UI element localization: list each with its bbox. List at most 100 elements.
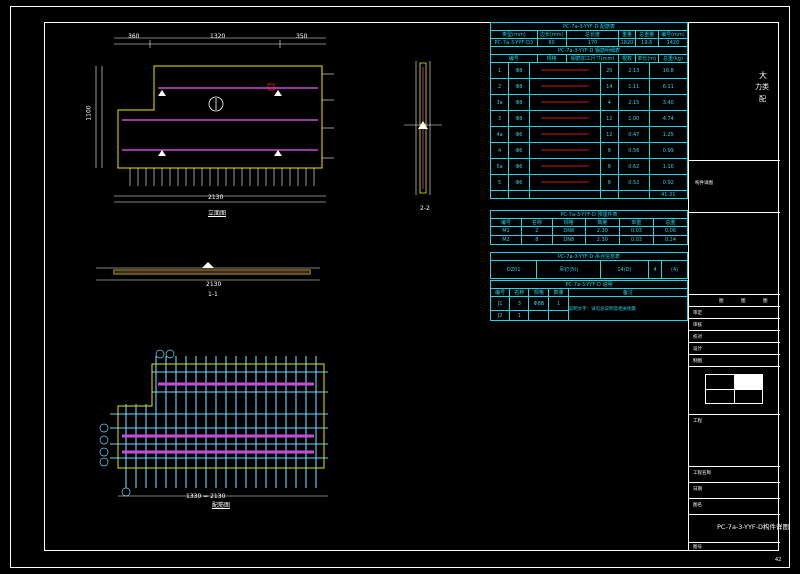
side-note: 构件详图 [695, 181, 713, 186]
tb-header-2: 图 [741, 299, 746, 304]
embed-header: 数量 [584, 218, 620, 227]
rebar-cell-len: 2.13 [618, 62, 650, 79]
summary-cell: 19.6 [634, 38, 659, 47]
plan-dim-part-2: 1320 [210, 33, 226, 40]
section-1-1 [96, 262, 320, 281]
lift-cell: 吊钉(5t) [536, 260, 601, 279]
side-text-3: 配 [759, 95, 766, 103]
embed-cell: 2 [520, 226, 553, 236]
rebar-cell-no: 2 [489, 78, 510, 95]
header-cell: 重量 [618, 30, 636, 39]
rebar-total-empty [528, 190, 601, 199]
note-header: 规格 [528, 288, 550, 297]
tb-divider [689, 212, 780, 213]
note-cell: 3 [509, 296, 530, 311]
rebar-table-title: PC-7a-3-YYF-D 配筋表 [490, 22, 688, 31]
rebar-cell-no: 4 [489, 142, 510, 159]
sheet-no-label: 图号 [693, 545, 702, 550]
note-header: 数量 [548, 288, 569, 297]
rebar-cell-shape [528, 142, 601, 159]
rebar-cell-len: 0.52 [618, 174, 650, 191]
embed-cell: 8 [520, 235, 553, 245]
note-text: 说明文字：详见总说明及相关图集 [567, 296, 689, 321]
embed-header: 总重 [652, 218, 689, 227]
rebar-cell-w: 6.11 [648, 78, 689, 95]
lift-cell: 4 [647, 260, 663, 279]
plan-dim-part-3: 350 [296, 33, 308, 40]
tb-field-5: 制图 [693, 359, 702, 364]
rebar-cell-no: 3a [489, 94, 510, 111]
note-header: 备注 [567, 288, 689, 297]
note-cell: 1 [548, 296, 569, 311]
plan-view [95, 37, 334, 203]
rebar-detail-title: PC-7a-3-YYF-D 钢筋明细表 [490, 46, 688, 55]
rebar-cell-shape [528, 174, 601, 191]
embed-table: PC-7a-3-YYF-D 预埋件表 编号 名称 规格 数量 单重 总重 M1 … [490, 210, 689, 245]
plan-height-dim: 1100 [85, 105, 93, 121]
embed-cell: M2 [490, 235, 522, 245]
embed-title: PC-7a-3-YYF-D 预埋件表 [490, 210, 688, 219]
embed-cell: DN8 [551, 226, 586, 236]
tb-field-7: 日期 [693, 487, 702, 492]
rebar-cell-n: 8 [599, 158, 620, 175]
drawing-name: PC-7a-3-YYF-D构件详图 [717, 523, 790, 531]
rebar-cell-n: 8 [599, 142, 620, 159]
rebar-total-empty [599, 190, 620, 199]
summary-cell: 170 [565, 38, 620, 47]
note-cell: Φ8B [528, 296, 550, 311]
rebar-row: 4a Φ6 12 0.47 1.25 [489, 126, 689, 143]
logo-box [705, 374, 763, 404]
rebar-cell-spec: Φ6 [508, 174, 530, 191]
rebar-cell-len: 0.56 [618, 142, 650, 159]
section-2-2 [404, 61, 442, 195]
summary-cell: 1420 [657, 38, 689, 47]
rebar-cell-shape [528, 126, 601, 143]
embed-cell: 0.24 [652, 235, 689, 245]
rebar-cell-no: 5a [489, 158, 510, 175]
rebar-cell-n: 14 [599, 78, 620, 95]
rebar-row: 5a Φ6 8 0.62 1.10 [489, 158, 689, 175]
rebar-cell-n: 12 [599, 126, 620, 143]
rebar-cell-spec: Φ6 [508, 142, 530, 159]
embed-cell: DN8 [551, 235, 586, 245]
lift-title: PC-7a-3-YYF-D 吊点信息表 [490, 252, 688, 261]
sheet-label: 图名 [693, 503, 702, 508]
plan-view-label: 立面图 [208, 210, 227, 217]
header-cell: 总长度 [565, 30, 620, 39]
rebar-cell-spec: Φ8 [508, 78, 530, 95]
summary-cell: 60 [536, 38, 567, 47]
rebar-row: 2 Φ8 14 1.11 6.11 [489, 78, 689, 95]
tb-header-1: 图 [719, 299, 724, 304]
drawing-canvas: 2130 360 1320 350 1100 立面图 2-2 2130 1-1 [0, 0, 800, 574]
embed-cell: 0.03 [618, 235, 654, 245]
tb-field-1: 审定 [693, 311, 702, 316]
rebar-cell-len: 1.11 [618, 78, 650, 95]
rebar-cell-n: 12 [599, 110, 620, 127]
rebar-cell-w: 4.74 [648, 110, 689, 127]
note-table: PC-7a-3-YYF-D 说明 编号 名称 规格 数量 备注 J1 3 Φ8B… [489, 280, 689, 321]
rebar-total-row: 41.31 [489, 190, 689, 199]
rebar-cell-w: 3.40 [648, 94, 689, 111]
rebar-summary-table: PC-7a-3-YYF-D 配筋表 类型(mm) 边长(mm) 总长度 重量 总… [490, 22, 689, 63]
tb-field-3: 校对 [693, 335, 702, 340]
rebar-cell-len: 0.62 [618, 158, 650, 175]
rebar-cell-spec: Φ6 [508, 126, 530, 143]
rebar-cell-no: 1 [489, 62, 510, 79]
embed-cell: 2.30 [584, 235, 620, 245]
title-block: 大 力类 配 构件详图 图 图 图 审定 审核 校对 设计 制图 工程 工程名称… [688, 22, 789, 551]
rebar-cell-spec: Φ8 [508, 110, 530, 127]
note-cell [548, 310, 569, 321]
rebar-cell-len: 2.15 [618, 94, 650, 111]
embed-header: 单重 [618, 218, 654, 227]
embed-header: 编号 [490, 218, 522, 227]
embed-header: 名称 [520, 218, 553, 227]
rebar-cell-spec: Φ6 [508, 158, 530, 175]
rebar-cell-n: 4 [599, 94, 620, 111]
rebar-cell-shape [528, 110, 601, 127]
rebar-total-empty [489, 190, 510, 199]
rebar-cell-w: 1.25 [648, 126, 689, 143]
tb-divider [689, 294, 780, 295]
rebar-cell-shape [528, 94, 601, 111]
lift-cell: (4) [661, 260, 688, 279]
note-cell: J2 [489, 310, 511, 321]
